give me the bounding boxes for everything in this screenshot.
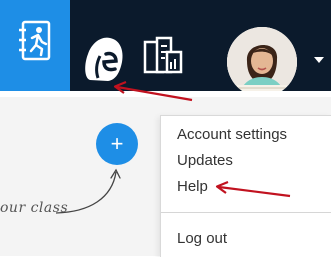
add-class-hint: our class bbox=[0, 200, 69, 216]
user-avatar[interactable] bbox=[227, 27, 297, 97]
menu-item-updates[interactable]: Updates bbox=[177, 152, 233, 169]
avatar-portrait bbox=[227, 27, 297, 97]
nav-item-class-active[interactable] bbox=[0, 0, 70, 97]
add-student-button[interactable]: + bbox=[96, 123, 138, 165]
chevron-down-icon[interactable] bbox=[314, 57, 324, 63]
backpack-icon[interactable] bbox=[82, 34, 126, 84]
top-navigation-bar bbox=[0, 0, 331, 97]
class-dashboard-icon bbox=[19, 20, 51, 61]
menu-item-log-out[interactable]: Log out bbox=[177, 230, 227, 247]
menu-item-account-settings[interactable]: Account settings bbox=[177, 126, 287, 143]
menu-item-help[interactable]: Help bbox=[177, 178, 208, 195]
menu-divider bbox=[161, 212, 331, 213]
reports-icon[interactable] bbox=[143, 36, 183, 76]
account-dropdown-menu: Account settings Updates Help Log out bbox=[160, 115, 331, 257]
